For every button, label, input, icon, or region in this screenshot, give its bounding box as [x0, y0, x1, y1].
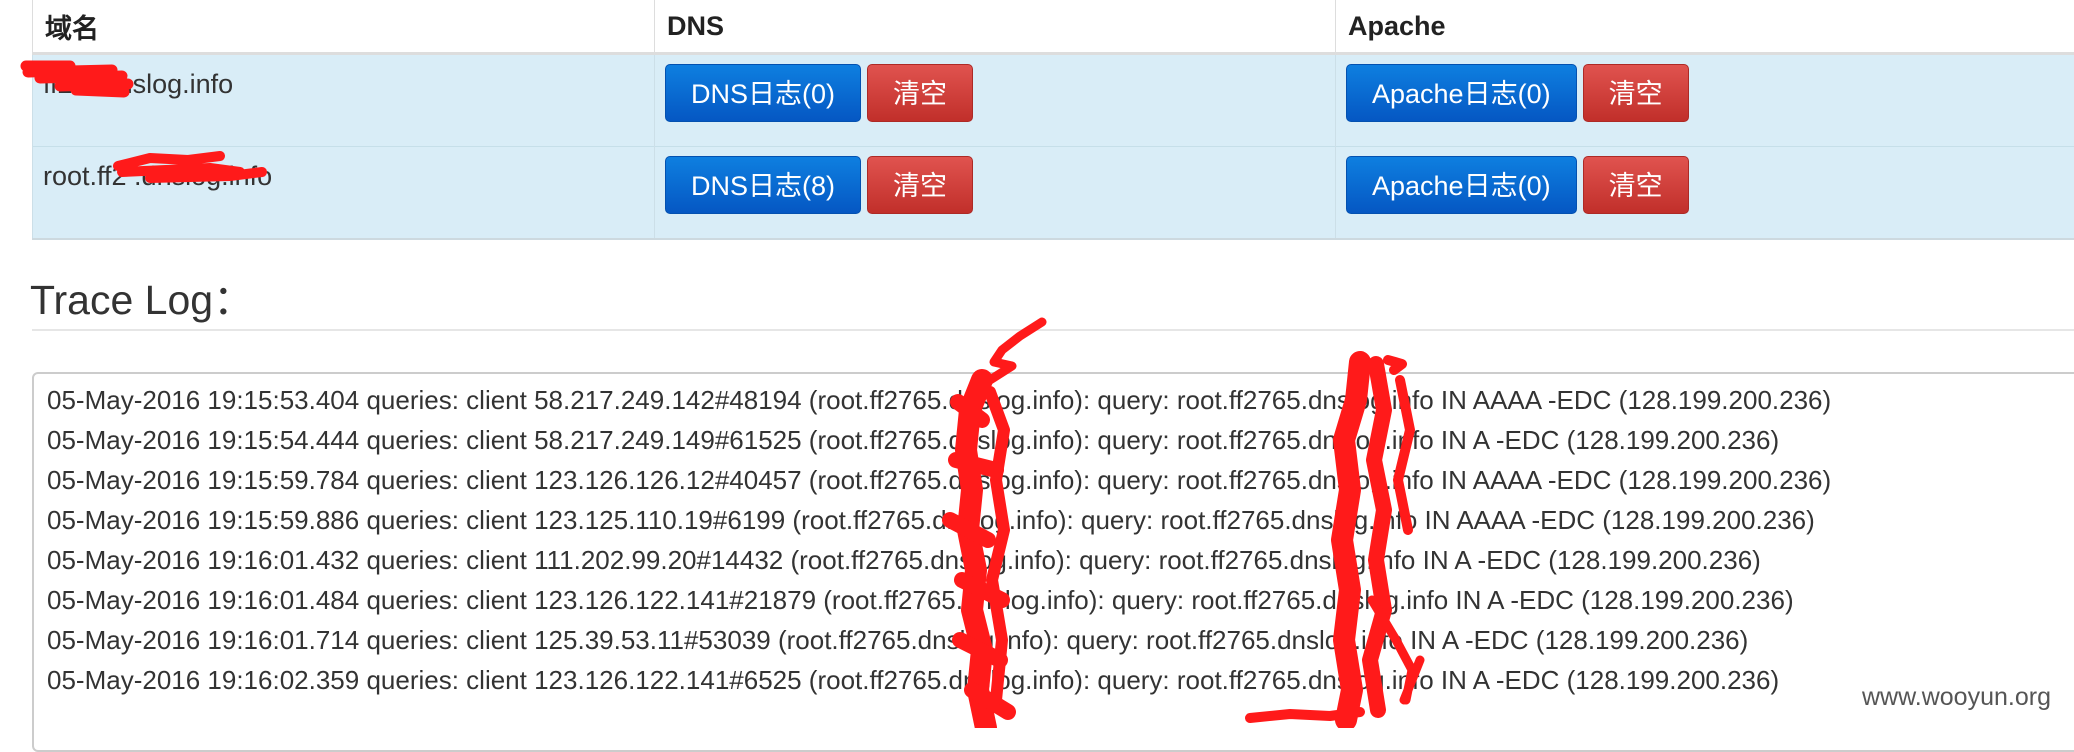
trace-log-box[interactable]: 05-May-2016 19:15:53.404 queries: client… [32, 372, 2074, 752]
apache-clear-button[interactable]: 清空 [1583, 64, 1689, 122]
log-line: 05-May-2016 19:15:59.886 queries: client… [47, 504, 1815, 536]
log-line: 05-May-2016 19:15:59.784 queries: client… [47, 464, 1831, 496]
log-line: 05-May-2016 19:16:01.714 queries: client… [47, 624, 1748, 656]
divider [32, 329, 2074, 331]
apache-clear-button[interactable]: 清空 [1583, 156, 1689, 214]
log-line: 05-May-2016 19:16:02.359 queries: client… [47, 664, 1779, 696]
table-header-row: 域名 DNS Apache [33, 0, 2074, 54]
header-apache: Apache [1336, 0, 2074, 54]
header-dns: DNS [655, 0, 1336, 54]
dns-clear-button[interactable]: 清空 [867, 64, 973, 122]
dns-cell: DNS日志(8)清空 [655, 147, 1336, 240]
apache-log-button[interactable]: Apache日志(0) [1346, 156, 1577, 214]
watermark: www.wooyun.org [1862, 683, 2051, 712]
apache-cell: Apache日志(0)清空 [1336, 54, 2074, 147]
log-line: 05-May-2016 19:15:54.444 queries: client… [47, 424, 1779, 456]
table-row: ff2 5.dnslog.info DNS日志(0)清空 Apache日志(0)… [33, 54, 2074, 147]
table-row: root.ff2 .dnslog.info DNS日志(8)清空 Apache日… [33, 147, 2074, 240]
apache-cell: Apache日志(0)清空 [1336, 147, 2074, 240]
dns-log-button[interactable]: DNS日志(0) [665, 64, 861, 122]
log-line: 05-May-2016 19:16:01.432 queries: client… [47, 544, 1761, 576]
domain-table: 域名 DNS Apache ff2 5.dnslog.info DNS日志(0)… [32, 0, 2074, 240]
domain-name: ff2 5.dnslog.info [33, 54, 655, 147]
header-domain: 域名 [33, 0, 655, 54]
apache-log-button[interactable]: Apache日志(0) [1346, 64, 1577, 122]
dns-log-button[interactable]: DNS日志(8) [665, 156, 861, 214]
dns-cell: DNS日志(0)清空 [655, 54, 1336, 147]
dns-clear-button[interactable]: 清空 [867, 156, 973, 214]
log-line: 05-May-2016 19:15:53.404 queries: client… [47, 384, 1831, 416]
trace-log-heading: Trace Log： [30, 266, 254, 326]
domain-name: root.ff2 .dnslog.info [33, 147, 655, 240]
log-line: 05-May-2016 19:16:01.484 queries: client… [47, 584, 1794, 616]
